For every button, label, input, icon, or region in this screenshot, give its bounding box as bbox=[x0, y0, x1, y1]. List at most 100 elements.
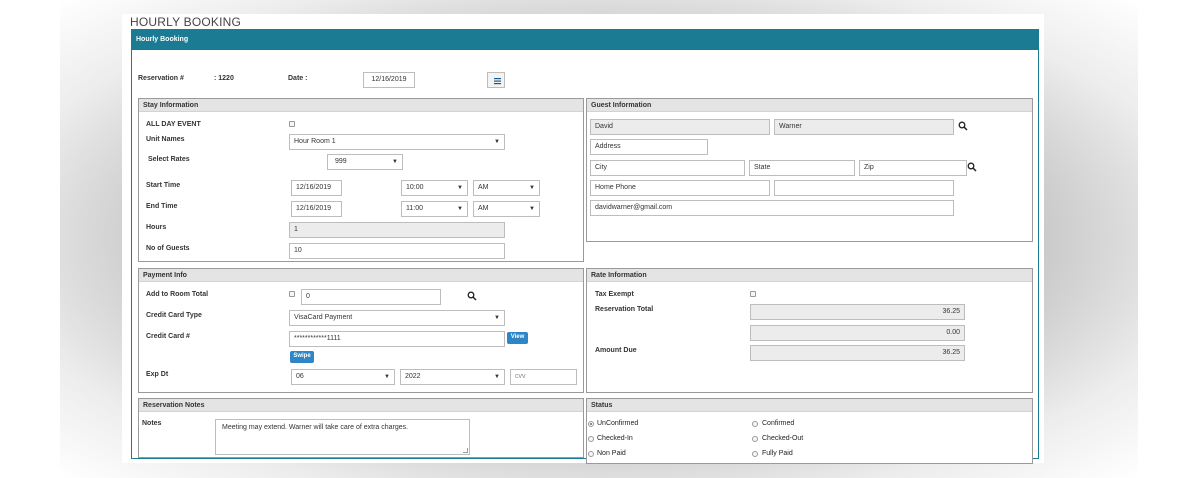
stay-information-header: Stay Information bbox=[139, 99, 583, 112]
exp-month-value: 06 bbox=[296, 373, 304, 380]
chevron-down-icon: ▼ bbox=[384, 374, 390, 380]
cc-type-value: VisaCard Payment bbox=[294, 314, 353, 321]
search-icon[interactable] bbox=[958, 121, 968, 131]
state-field[interactable]: State bbox=[749, 160, 855, 176]
exp-month-select[interactable]: 06 ▼ bbox=[291, 369, 395, 385]
end-ampm-select[interactable]: AM ▼ bbox=[473, 201, 540, 217]
status-label-checked-out: Checked-Out bbox=[762, 435, 804, 442]
status-label-unconfirmed: UnConfirmed bbox=[597, 420, 639, 427]
rates-select[interactable]: 999 ▼ bbox=[327, 154, 403, 170]
status-label-checked-in: Checked-In bbox=[597, 435, 633, 442]
end-ampm-value: AM bbox=[478, 205, 489, 212]
zip-field[interactable]: Zip bbox=[859, 160, 967, 176]
search-icon[interactable] bbox=[467, 291, 477, 301]
notes-textarea[interactable]: Meeting may extend. Warner will take car… bbox=[215, 419, 470, 455]
cc-type-select[interactable]: VisaCard Payment ▼ bbox=[289, 310, 505, 326]
status-label-non-paid: Non Paid bbox=[597, 450, 626, 457]
chevron-down-icon: ▼ bbox=[494, 374, 500, 380]
add-to-room-checkbox[interactable] bbox=[289, 291, 295, 297]
notes-text: Meeting may extend. Warner will take car… bbox=[222, 424, 409, 431]
exp-year-select[interactable]: 2022 ▼ bbox=[400, 369, 505, 385]
all-day-checkbox[interactable] bbox=[289, 121, 295, 127]
status-label-fully-paid: Fully Paid bbox=[762, 450, 793, 457]
select-rates-label: Select Rates bbox=[148, 156, 190, 163]
chevron-down-icon: ▼ bbox=[494, 315, 500, 321]
address-field[interactable]: Address bbox=[590, 139, 708, 155]
status-radio-non-paid[interactable] bbox=[588, 451, 594, 457]
guests-field[interactable]: 10 bbox=[289, 243, 505, 259]
reservation-number-label: Reservation # bbox=[138, 75, 184, 82]
chevron-down-icon: ▼ bbox=[529, 185, 535, 191]
start-date-field[interactable]: 12/16/2019 bbox=[291, 180, 342, 196]
guests-label: No of Guests bbox=[146, 245, 190, 252]
calendar-button[interactable] bbox=[487, 72, 505, 88]
chevron-down-icon: ▼ bbox=[457, 206, 463, 212]
status-radio-checked-in[interactable] bbox=[588, 436, 594, 442]
reservation-number-value: : 1220 bbox=[214, 75, 234, 82]
end-time-value: 11:00 bbox=[406, 205, 423, 212]
notes-label: Notes bbox=[142, 420, 162, 427]
cc-number-label: Credit Card # bbox=[146, 333, 190, 340]
start-time-value: 10:00 bbox=[406, 184, 424, 191]
tax-exempt-checkbox[interactable] bbox=[750, 291, 756, 297]
status-radio-fully-paid[interactable] bbox=[752, 451, 758, 457]
status-radio-confirmed[interactable] bbox=[752, 421, 758, 427]
amount-due-field: 36.25 bbox=[750, 345, 965, 361]
rates-value: 999 bbox=[335, 158, 347, 165]
secondary-phone-field[interactable] bbox=[774, 180, 954, 196]
guest-information-section: Guest Information David Warner Address C… bbox=[586, 98, 1033, 242]
amount-due-label: Amount Due bbox=[595, 347, 637, 354]
last-name-field[interactable]: Warner bbox=[774, 119, 954, 135]
status-radio-checked-out[interactable] bbox=[752, 436, 758, 442]
chevron-down-icon: ▼ bbox=[529, 206, 535, 212]
reservation-notes-section: Reservation Notes Notes Meeting may exte… bbox=[138, 398, 584, 458]
start-time-label: Start Time bbox=[146, 182, 181, 189]
status-label-confirmed: Confirmed bbox=[762, 420, 795, 427]
date-label: Date : bbox=[288, 75, 308, 82]
cvv-field[interactable]: cvv bbox=[510, 369, 577, 385]
hourly-booking-panel: Hourly Booking Reservation # : 1220 Date… bbox=[131, 29, 1039, 464]
chevron-down-icon: ▼ bbox=[457, 185, 463, 191]
start-ampm-value: AM bbox=[478, 184, 489, 191]
start-ampm-select[interactable]: AM ▼ bbox=[473, 180, 540, 196]
email-field[interactable]: davidwarner@gmail.com bbox=[590, 200, 954, 216]
unit-names-value: Hour Room 1 bbox=[294, 138, 336, 145]
first-name-field[interactable]: David bbox=[590, 119, 770, 135]
chevron-down-icon: ▼ bbox=[392, 159, 398, 165]
reservation-notes-header: Reservation Notes bbox=[139, 399, 583, 412]
rate-information-header: Rate Information bbox=[587, 269, 1032, 282]
hours-label: Hours bbox=[146, 224, 167, 231]
swipe-button[interactable]: Swipe bbox=[290, 351, 314, 363]
start-time-select[interactable]: 10:00 ▼ bbox=[401, 180, 468, 196]
add-to-room-label: Add to Room Total bbox=[146, 291, 209, 298]
cc-type-label: Credit Card Type bbox=[146, 312, 202, 319]
panel-header: Hourly Booking bbox=[132, 30, 1038, 50]
city-field[interactable]: City bbox=[590, 160, 745, 176]
reservation-total-label: Reservation Total bbox=[595, 306, 654, 313]
all-day-label: ALL DAY EVENT bbox=[146, 121, 201, 128]
end-date-field[interactable]: 12/16/2019 bbox=[291, 201, 342, 217]
date-field[interactable]: 12/16/2019 bbox=[363, 72, 415, 88]
rate-information-section: Rate Information Tax Exempt Reservation … bbox=[586, 268, 1033, 393]
exp-year-value: 2022 bbox=[405, 373, 421, 380]
exp-date-label: Exp Dt bbox=[146, 371, 169, 378]
end-time-label: End Time bbox=[146, 203, 178, 210]
home-phone-field[interactable]: Home Phone bbox=[590, 180, 770, 196]
guest-information-header: Guest Information bbox=[587, 99, 1032, 112]
unit-names-label: Unit Names bbox=[146, 136, 185, 143]
chevron-down-icon: ▼ bbox=[494, 139, 500, 145]
payment-info-header: Payment Info bbox=[139, 269, 583, 282]
view-button[interactable]: View bbox=[507, 332, 528, 344]
adjustment-field: 0.00 bbox=[750, 325, 965, 341]
menu-icon bbox=[494, 78, 501, 85]
cc-number-field[interactable]: ************1111 bbox=[289, 331, 505, 347]
status-radio-unconfirmed[interactable] bbox=[588, 421, 594, 427]
tax-exempt-label: Tax Exempt bbox=[595, 291, 634, 298]
search-icon[interactable] bbox=[967, 162, 977, 172]
stay-information-section: Stay Information ALL DAY EVENT Unit Name… bbox=[138, 98, 584, 262]
unit-names-select[interactable]: Hour Room 1 ▼ bbox=[289, 134, 505, 150]
status-header: Status bbox=[587, 399, 1032, 412]
resize-handle-icon[interactable] bbox=[463, 448, 468, 453]
end-time-select[interactable]: 11:00 ▼ bbox=[401, 201, 468, 217]
add-to-room-field[interactable]: 0 bbox=[301, 289, 441, 305]
